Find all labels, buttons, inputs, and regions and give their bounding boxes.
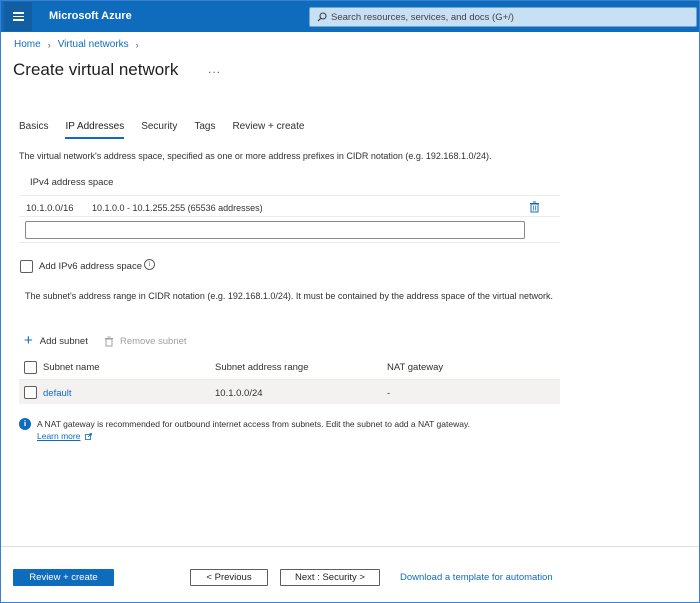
learn-more-label: Learn more bbox=[37, 431, 81, 441]
delete-icon[interactable] bbox=[529, 201, 540, 213]
ipv4-cidr: 10.1.0.0/16 bbox=[26, 203, 74, 214]
ipv6-checkbox[interactable] bbox=[20, 260, 33, 273]
search-icon bbox=[317, 12, 327, 22]
external-link-icon bbox=[85, 432, 93, 440]
table-divider bbox=[19, 216, 560, 217]
ipv4-range: 10.1.0.0 - 10.1.255.255 (65536 addresses… bbox=[92, 203, 263, 213]
hamburger-menu-icon[interactable] bbox=[4, 2, 32, 31]
subnet-description: The subnet's address range in CIDR notat… bbox=[25, 291, 554, 301]
table-divider bbox=[19, 242, 560, 243]
more-options-icon[interactable]: ... bbox=[208, 62, 221, 76]
column-header-subnet-range[interactable]: Subnet address range bbox=[215, 362, 308, 373]
chevron-right-icon: › bbox=[135, 39, 139, 50]
brand-title[interactable]: Microsoft Azure bbox=[49, 10, 132, 22]
info-icon[interactable]: i bbox=[144, 259, 155, 270]
breadcrumb: Home › Virtual networks › bbox=[14, 39, 146, 50]
remove-subnet-button[interactable]: Remove subnet bbox=[104, 336, 187, 347]
subnet-range-cell: 10.1.0.0/24 bbox=[215, 388, 263, 399]
nat-gateway-cell: - bbox=[387, 388, 391, 399]
breadcrumb-home[interactable]: Home bbox=[14, 39, 41, 50]
address-prefix-input[interactable] bbox=[25, 221, 525, 239]
tab-bar: Basics IP Addresses Security Tags Review… bbox=[19, 121, 321, 139]
tab-review-create[interactable]: Review + create bbox=[232, 121, 304, 139]
search-input[interactable] bbox=[331, 10, 691, 24]
tab-ip-addresses[interactable]: IP Addresses bbox=[65, 121, 124, 139]
info-icon: i bbox=[19, 418, 31, 430]
ipv6-label: Add IPv6 address space bbox=[39, 261, 142, 272]
subnet-row-checkbox[interactable] bbox=[24, 386, 37, 399]
ipv4-header: IPv4 address space bbox=[30, 177, 114, 188]
plus-icon: + bbox=[24, 332, 33, 349]
nat-info-text: A NAT gateway is recommended for outboun… bbox=[37, 419, 470, 429]
global-search[interactable] bbox=[309, 7, 697, 27]
previous-button[interactable]: < Previous bbox=[190, 569, 268, 586]
footer-divider bbox=[1, 546, 699, 547]
tab-security[interactable]: Security bbox=[141, 121, 177, 139]
add-subnet-label: Add subnet bbox=[39, 335, 88, 347]
subnet-name-link[interactable]: default bbox=[43, 388, 72, 399]
column-header-subnet-name[interactable]: Subnet name bbox=[43, 362, 100, 373]
learn-more-link[interactable]: Learn more bbox=[37, 431, 93, 441]
top-bar: Microsoft Azure bbox=[1, 1, 699, 32]
tab-tags[interactable]: Tags bbox=[194, 121, 215, 139]
table-divider bbox=[19, 195, 560, 196]
tab-basics[interactable]: Basics bbox=[19, 121, 48, 139]
review-create-button[interactable]: Review + create bbox=[13, 569, 114, 586]
column-header-nat-gateway[interactable]: NAT gateway bbox=[387, 362, 443, 373]
page-title: Create virtual network bbox=[13, 60, 179, 79]
breadcrumb-virtual-networks[interactable]: Virtual networks bbox=[58, 39, 129, 50]
table-row[interactable] bbox=[19, 380, 560, 404]
address-space-description: The virtual network's address space, spe… bbox=[19, 151, 492, 161]
next-security-button[interactable]: Next : Security > bbox=[280, 569, 380, 586]
chevron-right-icon: › bbox=[47, 39, 51, 50]
remove-subnet-label: Remove subnet bbox=[120, 336, 187, 347]
add-subnet-button[interactable]: + Add subnet bbox=[24, 332, 88, 349]
select-all-subnets-checkbox[interactable] bbox=[24, 361, 37, 374]
download-template-link[interactable]: Download a template for automation bbox=[400, 572, 553, 583]
delete-icon bbox=[105, 336, 113, 347]
